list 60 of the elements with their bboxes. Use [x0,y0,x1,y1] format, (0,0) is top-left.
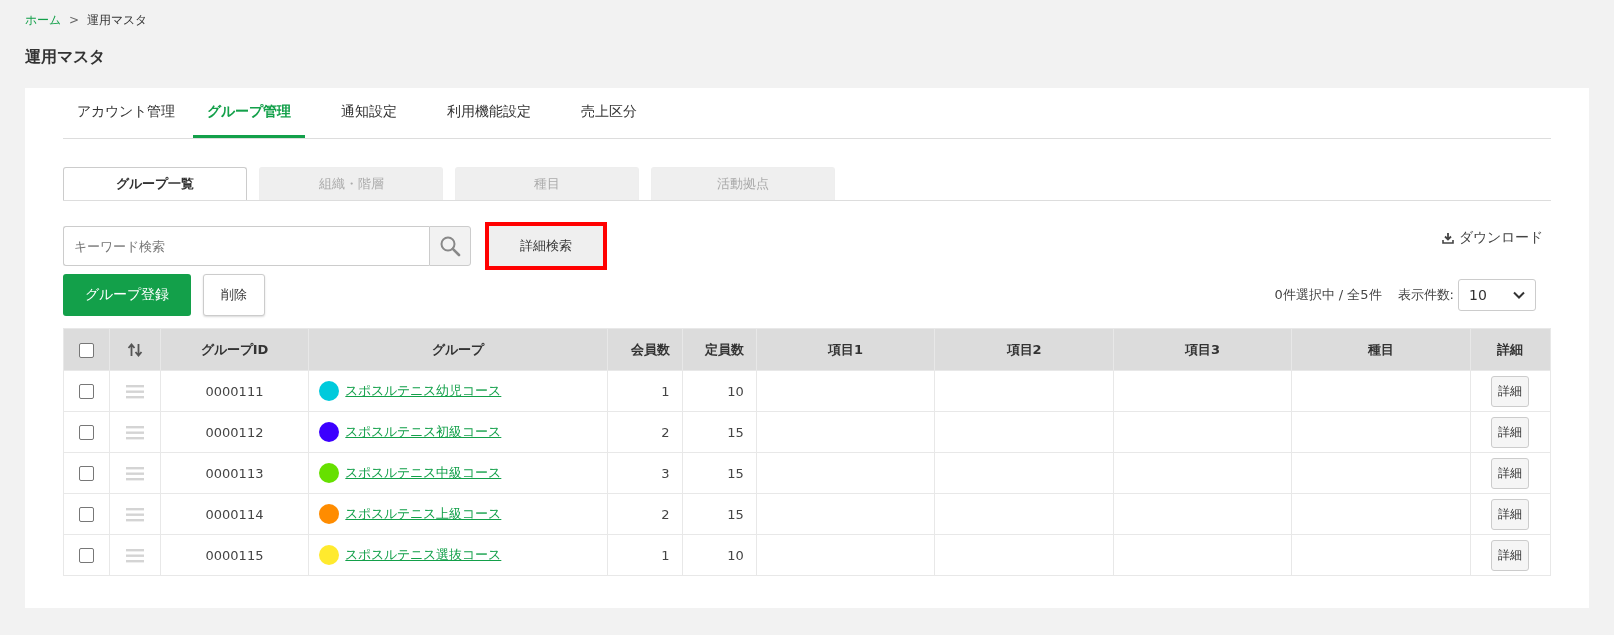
tab[interactable]: 利用機能設定 [433,88,545,138]
column-header: 詳細 [1470,328,1551,371]
detail-button[interactable]: 詳細 [1491,498,1530,530]
drag-handle-icon[interactable] [125,384,144,399]
group-id-cell: 0000113 [160,452,309,494]
capacity-cell: 15 [682,452,757,494]
group-id-cell: 0000114 [160,493,309,535]
advanced-search-button[interactable]: 詳細検索 [485,222,607,270]
capacity-cell: 15 [682,493,757,535]
sub-tab[interactable]: グループ一覧 [63,167,247,200]
page-size-label: 表示件数: [1397,286,1454,304]
chevron-down-icon [1513,291,1525,299]
column-header: 会員数 [607,328,683,371]
breadcrumb-current: 運用マスタ [87,11,148,29]
row-checkbox[interactable] [79,384,95,399]
selection-summary: 0件選択中 / 全5件 [1274,286,1382,304]
row-checkbox[interactable] [79,548,95,563]
column-header: グループID [160,328,309,371]
column-header: 項目1 [756,328,935,371]
detail-button[interactable]: 詳細 [1491,457,1530,489]
search-button[interactable] [429,226,471,266]
column-header: 種目 [1291,328,1471,371]
sort-arrows-icon[interactable] [126,343,143,358]
capacity-cell: 10 [682,534,757,576]
drag-handle-icon[interactable] [125,507,144,522]
drag-handle-icon[interactable] [125,425,144,440]
members-cell: 2 [607,411,683,453]
group-id-cell: 0000115 [160,534,309,576]
column-header: 項目3 [1113,328,1292,371]
search-icon [439,235,461,257]
row-checkbox[interactable] [79,507,95,522]
tab[interactable]: アカウント管理 [63,88,189,138]
row-checkbox[interactable] [79,425,95,440]
members-cell: 2 [607,493,683,535]
download-icon [1442,232,1454,244]
capacity-cell: 15 [682,411,757,453]
column-header: グループ [308,328,608,371]
detail-button[interactable]: 詳細 [1491,375,1530,407]
tab[interactable]: 売上区分 [567,88,651,138]
download-link[interactable]: ダウンロード [1442,229,1543,247]
page-title: 運用マスタ [25,47,106,68]
members-cell: 1 [607,534,683,576]
group-id-cell: 0000111 [160,370,309,412]
members-cell: 1 [607,370,683,412]
drag-handle-icon[interactable] [125,548,144,563]
drag-handle-icon[interactable] [125,466,144,481]
page-size-select[interactable]: 10 [1458,279,1536,311]
row-checkbox[interactable] [79,466,95,481]
detail-button[interactable]: 詳細 [1491,539,1530,571]
members-cell: 3 [607,452,683,494]
select-all-checkbox[interactable] [79,342,95,358]
group-id-cell: 0000112 [160,411,309,453]
column-header: 定員数 [682,328,757,371]
capacity-cell: 10 [682,370,757,412]
delete-button[interactable]: 削除 [203,274,265,316]
tab[interactable]: 通知設定 [327,88,411,138]
column-header: 項目2 [934,328,1114,371]
search-field[interactable]: キーワード検索 [63,226,429,266]
breadcrumb-separator: > [69,13,80,27]
detail-button[interactable]: 詳細 [1491,416,1530,448]
